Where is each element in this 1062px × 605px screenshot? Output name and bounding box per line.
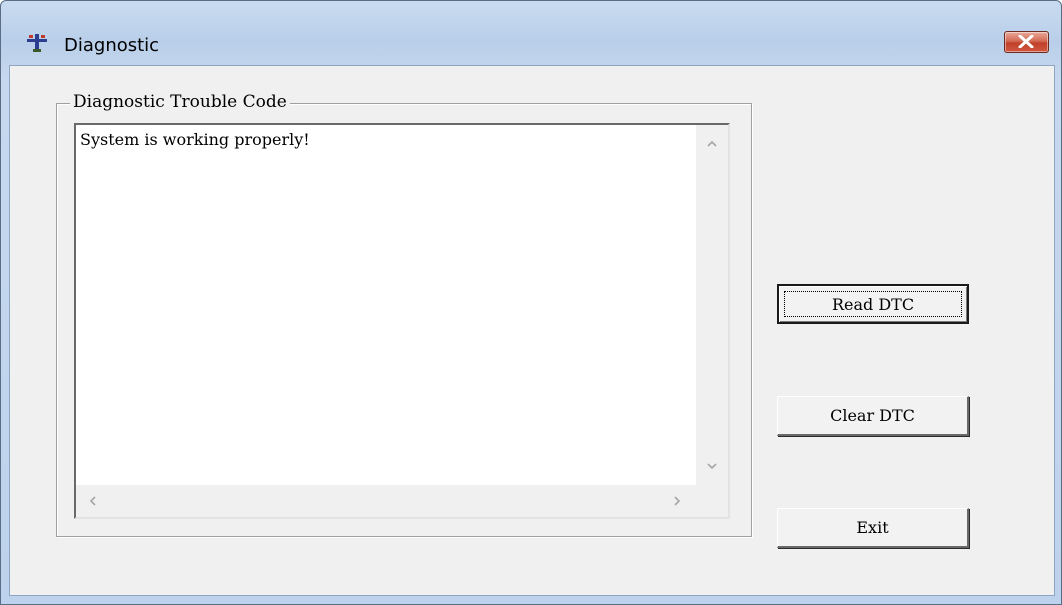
airplane-icon <box>27 34 47 52</box>
scroll-left-icon[interactable] <box>86 494 100 508</box>
dtc-output-textarea[interactable]: System is working properly! <box>74 123 730 519</box>
dtc-output-text: System is working properly! <box>80 130 310 149</box>
close-button[interactable] <box>1004 31 1049 53</box>
horizontal-scrollbar[interactable] <box>76 485 696 517</box>
scrollbar-corner <box>696 485 728 517</box>
scroll-down-icon[interactable] <box>705 459 719 473</box>
scroll-right-icon[interactable] <box>670 494 684 508</box>
clear-dtc-button[interactable]: Clear DTC <box>777 396 969 436</box>
window-title: Diagnostic <box>64 35 160 56</box>
read-dtc-button[interactable]: Read DTC <box>777 284 969 324</box>
diagnostic-window: Diagnostic Diagnostic Trouble Code Syste… <box>0 0 1062 605</box>
vertical-scrollbar[interactable] <box>696 125 728 485</box>
exit-button[interactable]: Exit <box>777 508 969 548</box>
exit-label: Exit <box>856 518 889 537</box>
scroll-up-icon[interactable] <box>705 137 719 151</box>
groupbox-label: Diagnostic Trouble Code <box>70 91 290 113</box>
clear-dtc-label: Clear DTC <box>830 406 915 425</box>
title-bar[interactable] <box>1 1 1061 39</box>
read-dtc-label: Read DTC <box>831 294 915 314</box>
client-area: Diagnostic Trouble Code System is workin… <box>9 65 1055 596</box>
close-x-icon <box>1018 35 1034 48</box>
